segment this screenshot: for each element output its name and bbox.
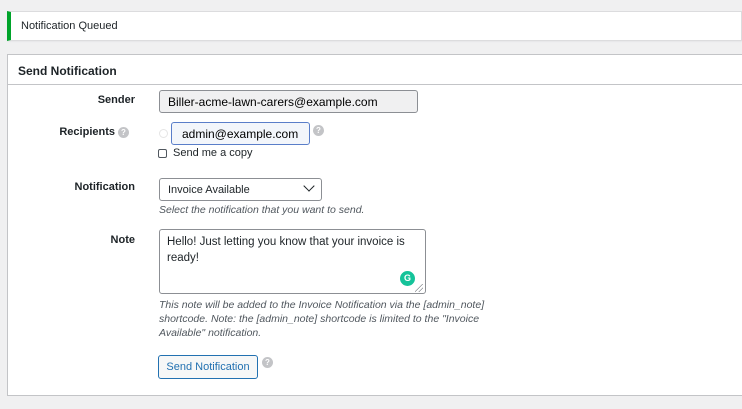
chevron-down-icon [303, 180, 315, 192]
recipients-label: Recipients [59, 126, 115, 138]
send-copy-checkbox[interactable] [158, 149, 167, 158]
note-description-line: Available" notification. [159, 327, 262, 339]
recipient-tag[interactable]: admin@example.com [171, 122, 310, 145]
notice-text: Notification Queued [21, 20, 118, 32]
note-description-line: This note will be added to the Invoice N… [159, 299, 485, 311]
success-notice: Notification Queued [7, 11, 742, 41]
notification-select[interactable]: Invoice Available [159, 178, 322, 201]
help-icon[interactable]: ? [118, 127, 129, 138]
help-icon[interactable]: ? [262, 357, 273, 368]
sender-field: Biller-acme-lawn-carers@example.com [159, 90, 418, 113]
note-description-line: shortcode. Note: the [admin_note] shortc… [159, 313, 480, 325]
resize-handle[interactable] [415, 284, 423, 292]
send-copy-label[interactable]: Send me a copy [173, 147, 253, 159]
send-notification-panel: Send Notification Sender Biller-acme-law… [7, 54, 742, 396]
notification-label: Notification [74, 181, 136, 193]
notification-selected-value: Invoice Available [168, 184, 250, 196]
grammarly-icon[interactable]: G [400, 271, 415, 286]
sender-label: Sender [97, 94, 135, 106]
notification-description: Select the notification that you want to… [159, 204, 365, 216]
note-label: Note [110, 234, 135, 246]
panel-header: Send Notification [8, 55, 742, 85]
panel-title: Send Notification [18, 64, 117, 78]
send-notification-button[interactable]: Send Notification [158, 355, 258, 379]
help-icon[interactable]: ? [313, 125, 324, 136]
recipient-select-checkbox[interactable] [159, 129, 168, 138]
note-textarea[interactable]: Hello! Just letting you know that your i… [159, 229, 426, 294]
note-description: This note will be added to the Invoice N… [159, 298, 519, 340]
